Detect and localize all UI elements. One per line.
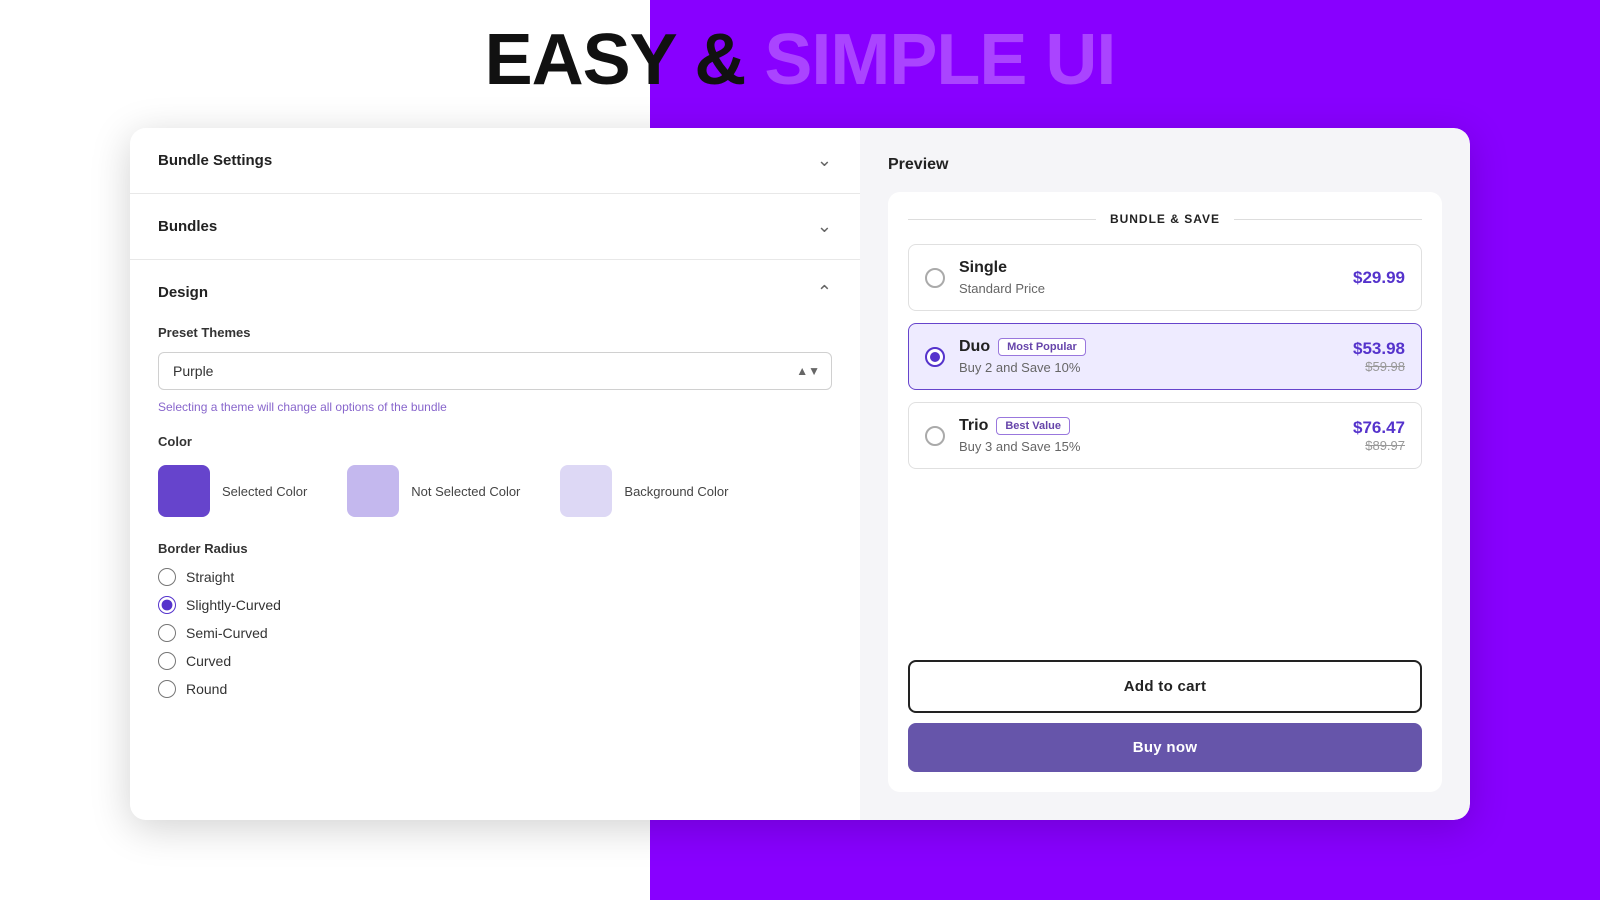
color-swatches: Selected Color Not Selected Color Backgr… [158, 465, 832, 517]
theme-select-wrapper: Purple Blue Green Red ▲▼ [158, 352, 832, 390]
radio-item-slightly-curved[interactable]: Slightly-Curved [158, 596, 832, 614]
radio-round[interactable] [158, 680, 176, 698]
single-subtitle: Standard Price [959, 281, 1339, 296]
bundle-settings-chevron: ⌄ [817, 150, 832, 171]
background-color-label: Background Color [624, 484, 728, 499]
duo-name: Duo [959, 338, 990, 356]
selected-color-item: Selected Color [158, 465, 307, 517]
trio-radio [925, 426, 945, 446]
single-name: Single [959, 259, 1007, 277]
page-header: EASY & SIMPLE UI [0, 0, 1600, 120]
main-container: Bundle Settings ⌄ Bundles ⌄ Design ⌃ Pre… [130, 128, 1470, 820]
bundles-title: Bundles [158, 218, 217, 235]
trio-price-current: $76.47 [1353, 418, 1405, 438]
title-black: EASY & [485, 20, 765, 100]
radio-item-round[interactable]: Round [158, 680, 832, 698]
header-line-right [1234, 219, 1422, 220]
not-selected-color-label: Not Selected Color [411, 484, 520, 499]
bundle-header-text: BUNDLE & SAVE [1096, 212, 1234, 226]
trio-price: $76.47 $89.97 [1353, 418, 1405, 453]
page-title: EASY & SIMPLE UI [485, 24, 1116, 96]
preset-themes-label: Preset Themes [158, 325, 832, 340]
not-selected-color-item: Not Selected Color [347, 465, 520, 517]
bundle-option-single[interactable]: Single Standard Price $29.99 [908, 244, 1422, 311]
duo-radio [925, 347, 945, 367]
bundles-chevron: ⌄ [817, 216, 832, 237]
title-purple: SIMPLE UI [764, 20, 1115, 100]
single-radio [925, 268, 945, 288]
single-info: Single Standard Price [959, 259, 1339, 296]
trio-name-row: Trio Best Value [959, 417, 1339, 435]
radio-semi-curved[interactable] [158, 624, 176, 642]
background-color-swatch[interactable] [560, 465, 612, 517]
theme-select[interactable]: Purple Blue Green Red [158, 352, 832, 390]
duo-badge: Most Popular [998, 338, 1086, 356]
border-radius-label: Border Radius [158, 541, 832, 556]
bundles-header[interactable]: Bundles ⌄ [158, 194, 832, 259]
trio-badge: Best Value [996, 417, 1070, 435]
duo-info: Duo Most Popular Buy 2 and Save 10% [959, 338, 1339, 375]
spacer [908, 481, 1422, 660]
header-line-left [908, 219, 1096, 220]
single-price: $29.99 [1353, 268, 1405, 288]
duo-name-row: Duo Most Popular [959, 338, 1339, 356]
selected-color-swatch[interactable] [158, 465, 210, 517]
bundle-header-line: BUNDLE & SAVE [908, 212, 1422, 226]
bundle-widget: BUNDLE & SAVE Single Standard Price $29.… [888, 192, 1442, 792]
radio-item-curved[interactable]: Curved [158, 652, 832, 670]
radio-semi-curved-label: Semi-Curved [186, 625, 268, 641]
design-chevron: ⌃ [817, 282, 832, 303]
design-content: Preset Themes Purple Blue Green Red ▲▼ S… [158, 325, 832, 718]
radio-straight[interactable] [158, 568, 176, 586]
design-header[interactable]: Design ⌃ [158, 260, 832, 325]
bundle-settings-section: Bundle Settings ⌄ [130, 128, 860, 194]
single-price-current: $29.99 [1353, 268, 1405, 288]
duo-subtitle: Buy 2 and Save 10% [959, 360, 1339, 375]
radio-curved-label: Curved [186, 653, 231, 669]
design-section: Design ⌃ Preset Themes Purple Blue Green… [130, 260, 860, 718]
not-selected-color-swatch[interactable] [347, 465, 399, 517]
color-label: Color [158, 434, 832, 449]
radio-round-label: Round [186, 681, 227, 697]
preview-title: Preview [888, 156, 1442, 174]
add-to-cart-button[interactable]: Add to cart [908, 660, 1422, 713]
left-panel: Bundle Settings ⌄ Bundles ⌄ Design ⌃ Pre… [130, 128, 860, 820]
bundle-settings-header[interactable]: Bundle Settings ⌄ [158, 128, 832, 193]
design-title: Design [158, 284, 208, 301]
trio-info: Trio Best Value Buy 3 and Save 15% [959, 417, 1339, 454]
radio-slightly-curved-label: Slightly-Curved [186, 597, 281, 613]
bundle-option-trio[interactable]: Trio Best Value Buy 3 and Save 15% $76.4… [908, 402, 1422, 469]
radio-straight-label: Straight [186, 569, 234, 585]
duo-price-original: $59.98 [1353, 359, 1405, 374]
duo-price: $53.98 $59.98 [1353, 339, 1405, 374]
radio-item-semi-curved[interactable]: Semi-Curved [158, 624, 832, 642]
buy-now-button[interactable]: Buy now [908, 723, 1422, 772]
bundles-section: Bundles ⌄ [130, 194, 860, 260]
radio-curved[interactable] [158, 652, 176, 670]
bundle-option-duo[interactable]: Duo Most Popular Buy 2 and Save 10% $53.… [908, 323, 1422, 390]
radio-slightly-curved[interactable] [158, 596, 176, 614]
bundle-settings-title: Bundle Settings [158, 152, 272, 169]
background-color-item: Background Color [560, 465, 728, 517]
duo-price-current: $53.98 [1353, 339, 1405, 359]
border-radius-group: Straight Slightly-Curved Semi-Curved Cur… [158, 568, 832, 698]
single-name-row: Single [959, 259, 1339, 277]
radio-item-straight[interactable]: Straight [158, 568, 832, 586]
trio-name: Trio [959, 417, 988, 435]
trio-price-original: $89.97 [1353, 438, 1405, 453]
trio-subtitle: Buy 3 and Save 15% [959, 439, 1339, 454]
right-panel: Preview BUNDLE & SAVE Single Standard Pr… [860, 128, 1470, 820]
selected-color-label: Selected Color [222, 484, 307, 499]
theme-hint: Selecting a theme will change all option… [158, 400, 832, 414]
